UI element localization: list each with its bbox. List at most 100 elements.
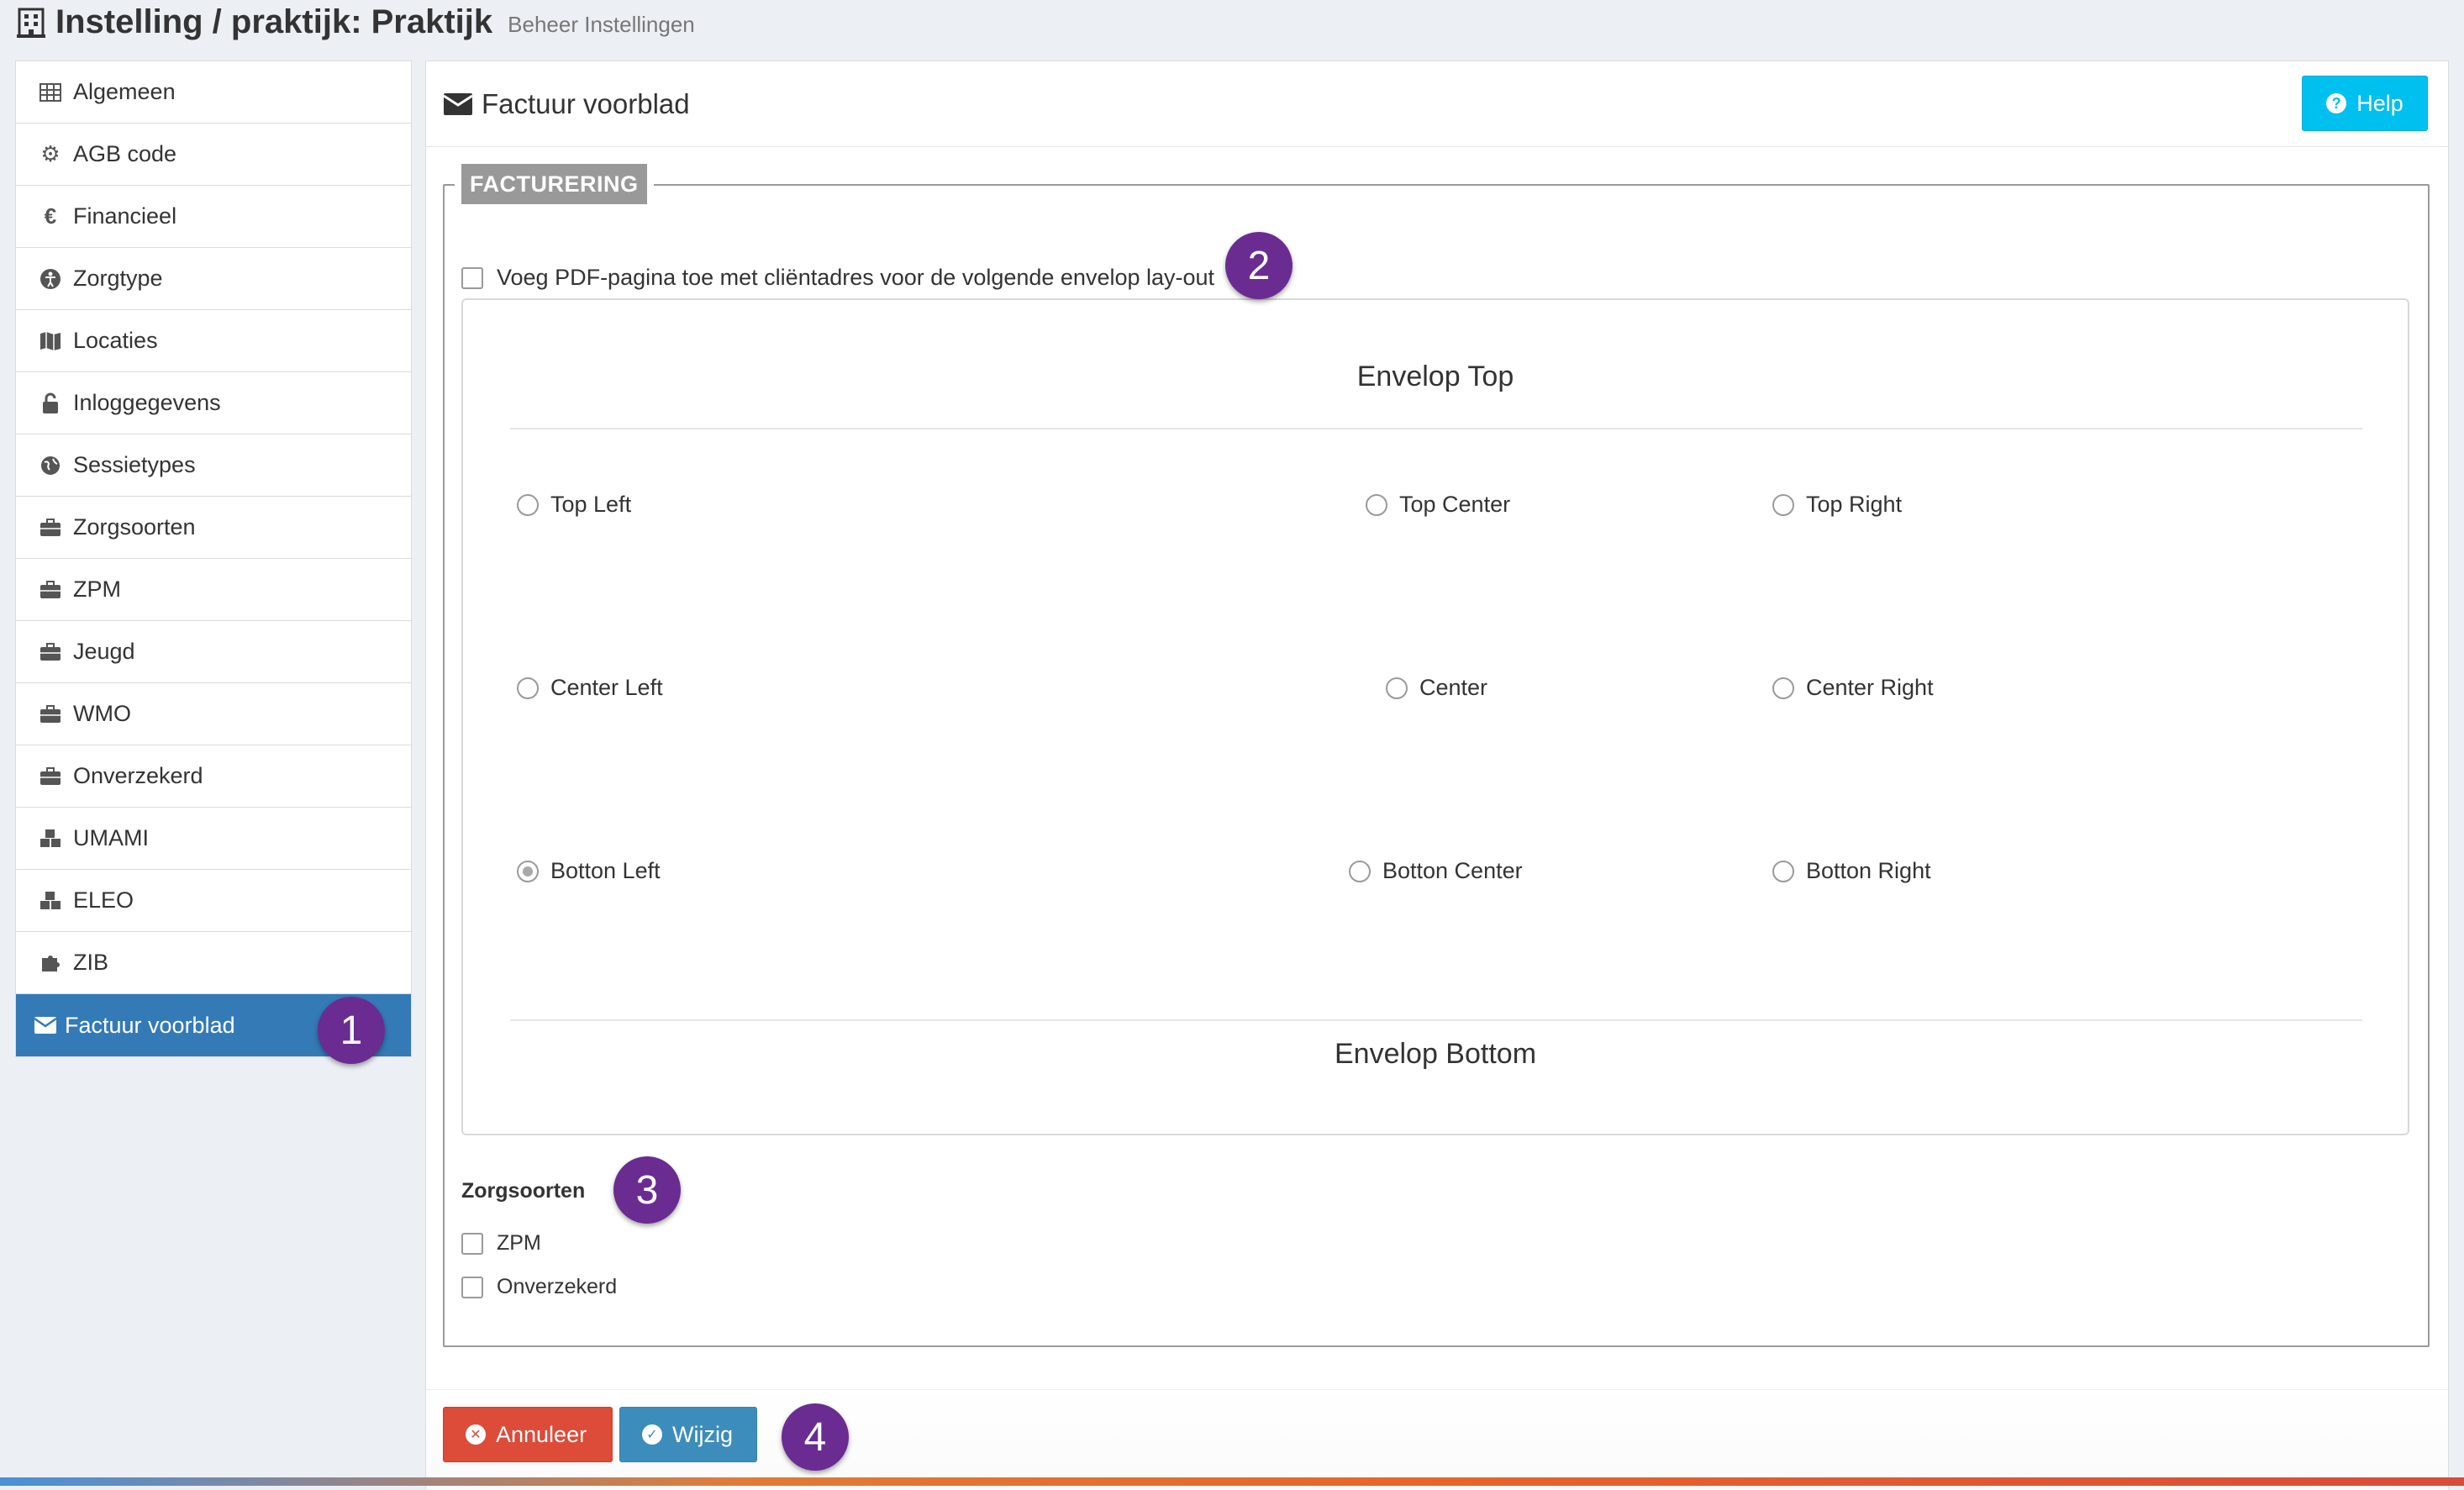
briefcase-icon: [38, 764, 63, 789]
sidebar-item-onverzekerd[interactable]: Onverzekerd: [16, 745, 411, 808]
radio-button-selected[interactable]: [517, 860, 539, 882]
zorgsoort-label: ZPM: [497, 1231, 541, 1255]
radio-button[interactable]: [1366, 493, 1387, 516]
envelope-top-label: Envelop Top: [1356, 361, 1514, 392]
zorgsoort-label: Onverzekerd: [497, 1275, 618, 1298]
cubes-icon: [38, 826, 63, 851]
sidebar-item-jeugd[interactable]: Jeugd: [16, 621, 411, 683]
sidebar-item-label: ZPM: [73, 577, 121, 602]
envelope-icon: [443, 92, 473, 115]
pdf-page-checkbox[interactable]: [461, 266, 483, 289]
sidebar-item-zorgsoorten[interactable]: Zorgsoorten: [16, 497, 411, 559]
times-circle-icon: ✕: [466, 1424, 486, 1445]
sidebar-item-label: Financieel: [73, 203, 177, 229]
panel-title: Factuur voorblad: [482, 87, 690, 119]
page-header: Instelling / praktijk: Praktijk Beheer I…: [17, 0, 695, 44]
zorgsoort-checkbox[interactable]: [461, 1276, 483, 1298]
sidebar-item-sessietypes[interactable]: Sessietypes: [16, 434, 411, 497]
sidebar-item-inloggegevens[interactable]: Inloggegevens: [16, 372, 411, 434]
radio-top-center[interactable]: Top Center: [1366, 492, 1510, 518]
radio-button[interactable]: [1772, 493, 1794, 516]
radio-bottom-right[interactable]: Botton Right: [1772, 858, 1931, 884]
envelope-icon: [33, 1013, 58, 1038]
table-icon: [38, 80, 63, 105]
sidebar-item-wmo[interactable]: WMO: [16, 683, 411, 745]
sidebar-item-umami[interactable]: UMAMI: [16, 808, 411, 870]
cancel-button[interactable]: ✕ Annuleer: [443, 1407, 613, 1462]
zorgsoort-option-zpm[interactable]: ZPM: [461, 1231, 541, 1256]
sidebar-item-label: Zorgsoorten: [73, 514, 196, 540]
cogs-icon: ⚙: [40, 141, 61, 166]
globe-icon: [38, 453, 63, 478]
cubes-icon: [38, 888, 63, 913]
radio-center[interactable]: Center: [1386, 675, 1487, 701]
sidebar-item-zorgtype[interactable]: Zorgtype: [16, 248, 411, 310]
briefcase-icon: [38, 515, 63, 540]
radio-label: Top Left: [550, 492, 632, 517]
briefcase-icon: [38, 577, 63, 603]
radio-label: Center: [1419, 675, 1488, 700]
radio-top-left[interactable]: Top Left: [517, 492, 631, 518]
facturering-fieldset: FACTURERING Voeg PDF-pagina toe met clië…: [443, 164, 2430, 1347]
form-footer: ✕ Annuleer ✓ Wijzig: [426, 1389, 2448, 1490]
radio-label: Botton Left: [550, 858, 661, 883]
briefcase-icon: [38, 640, 63, 665]
sidebar-item-zpm[interactable]: ZPM: [16, 559, 411, 621]
save-button[interactable]: ✓ Wijzig: [619, 1407, 757, 1462]
radio-bottom-center[interactable]: Botton Center: [1349, 858, 1523, 884]
accessibility-icon: [38, 266, 63, 292]
unlock-icon: [38, 391, 63, 416]
sidebar-item-label: ZIB: [73, 950, 109, 975]
envelope-bottom-label: Envelop Bottom: [1334, 1038, 1537, 1070]
radio-center-right[interactable]: Center Right: [1772, 675, 1934, 701]
radio-bottom-left[interactable]: Botton Left: [517, 858, 661, 884]
radio-label: Botton Center: [1382, 858, 1523, 883]
sidebar-item-label: Factuur voorblad: [65, 1012, 235, 1038]
help-button[interactable]: ? Help: [2302, 76, 2428, 131]
window-bottom-strip: [0, 1477, 2464, 1486]
radio-top-right[interactable]: Top Right: [1772, 492, 1902, 518]
sidebar-item-label: Zorgtype: [73, 266, 163, 291]
main-panel: Factuur voorblad ? Help FACTURERING Voeg…: [425, 61, 2449, 1490]
radio-label: Top Center: [1399, 492, 1511, 517]
radio-button[interactable]: [517, 677, 539, 699]
sidebar-item-label: WMO: [73, 701, 131, 726]
sidebar-item-label: Locaties: [73, 328, 158, 353]
radio-center-left[interactable]: Center Left: [517, 675, 663, 701]
radio-label: Top Right: [1806, 492, 1903, 517]
briefcase-icon: [38, 702, 63, 727]
radio-label: Botton Right: [1806, 858, 1931, 883]
sidebar-item-label: Jeugd: [73, 639, 135, 664]
page-subtitle: Beheer Instellingen: [508, 11, 695, 37]
cancel-button-label: Annuleer: [496, 1421, 587, 1447]
zorgsoort-checkbox[interactable]: [461, 1232, 483, 1255]
sidebar-item-label: Algemeen: [73, 79, 176, 104]
radio-button[interactable]: [517, 493, 539, 516]
envelope-layout-box: Envelop Top Top Left Top Center Top Righ…: [461, 298, 2409, 1135]
sidebar-item-agb-code[interactable]: ⚙ AGB code: [16, 124, 411, 186]
radio-button[interactable]: [1772, 860, 1794, 882]
euro-icon: €: [44, 203, 57, 229]
radio-label: Center Right: [1806, 675, 1934, 700]
puzzle-icon: [38, 950, 63, 976]
settings-sidebar: Algemeen ⚙ AGB code € Financieel Zorgtyp…: [15, 61, 412, 1057]
step-badge-2: 2: [1225, 232, 1293, 299]
save-button-label: Wijzig: [672, 1421, 733, 1447]
radio-button[interactable]: [1386, 677, 1408, 699]
sidebar-item-financieel[interactable]: € Financieel: [16, 186, 411, 248]
radio-button[interactable]: [1349, 860, 1371, 882]
sidebar-item-label: ELEO: [73, 887, 134, 913]
divider: [510, 1019, 2362, 1021]
sidebar-item-label: Onverzekerd: [73, 763, 203, 788]
divider: [510, 428, 2362, 429]
step-badge-3: 3: [613, 1156, 681, 1224]
sidebar-item-label: UMAMI: [73, 825, 149, 850]
sidebar-item-algemeen[interactable]: Algemeen: [16, 61, 411, 124]
help-button-label: Help: [2356, 90, 2403, 116]
sidebar-item-locaties[interactable]: Locaties: [16, 310, 411, 372]
radio-button[interactable]: [1772, 677, 1794, 699]
zorgsoort-option-onverzekerd[interactable]: Onverzekerd: [461, 1275, 617, 1299]
sidebar-item-label: Inloggegevens: [73, 390, 221, 415]
sidebar-item-eleo[interactable]: ELEO: [16, 870, 411, 932]
sidebar-item-zib[interactable]: ZIB: [16, 932, 411, 994]
